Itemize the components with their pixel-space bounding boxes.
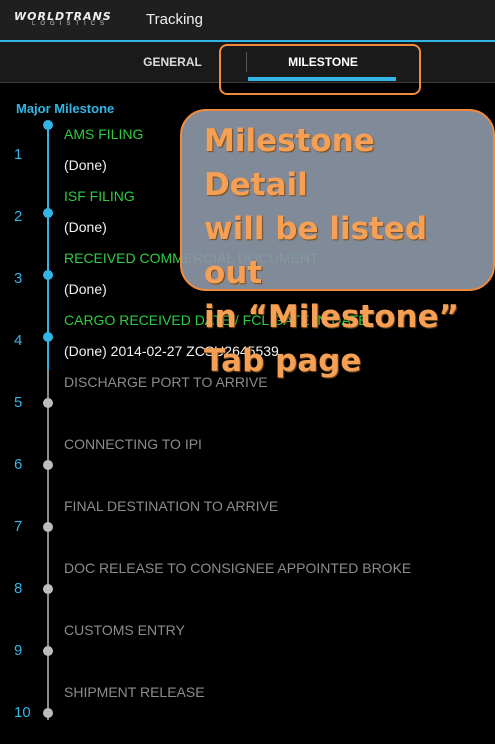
milestone-row[interactable]: DOC RELEASE TO CONSIGNEE APPOINTED BROKE… xyxy=(0,558,495,620)
callout-line: Tab page xyxy=(204,343,362,379)
milestone-number: 6 xyxy=(14,456,23,473)
milestone-dot xyxy=(43,208,53,218)
milestone-row[interactable]: SHIPMENT RELEASE 10 xyxy=(0,682,495,744)
action-bar: WORLDTRANS LOGISTICS Tracking xyxy=(0,0,495,42)
milestone-row[interactable]: CUSTOMS ENTRY 9 xyxy=(0,620,495,682)
tab-highlight-annotation xyxy=(219,44,421,95)
callout-line: will be listed out xyxy=(204,211,428,291)
milestone-row[interactable]: FINAL DESTINATION TO ARRIVE 7 xyxy=(0,496,495,558)
milestone-dot xyxy=(43,120,53,130)
logo-subtitle: LOGISTICS xyxy=(32,21,110,27)
callout-line: Milestone Detail xyxy=(204,123,375,203)
milestone-dot xyxy=(43,460,53,470)
milestone-title: FINAL DESTINATION TO ARRIVE xyxy=(64,498,279,514)
milestone-dot xyxy=(43,584,53,594)
milestone-number: 7 xyxy=(14,518,23,535)
milestone-title: DOC RELEASE TO CONSIGNEE APPOINTED BROKE xyxy=(64,560,412,576)
milestone-dot xyxy=(43,270,53,280)
milestone-dot xyxy=(43,646,53,656)
callout-line: in “Milestone” xyxy=(204,299,460,335)
milestone-number: 5 xyxy=(14,394,23,411)
milestone-row[interactable]: CONNECTING TO IPI 6 xyxy=(0,434,495,496)
milestone-number: 9 xyxy=(14,642,23,659)
milestone-number: 3 xyxy=(14,270,23,287)
section-title: Major Milestone xyxy=(16,101,115,116)
tab-general[interactable]: GENERAL xyxy=(110,42,235,82)
milestone-title: CUSTOMS ENTRY xyxy=(64,622,185,638)
milestone-status: (Done) xyxy=(64,219,107,235)
milestone-dot xyxy=(43,522,53,532)
annotation-callout: Milestone Detail will be listed out in “… xyxy=(180,109,495,379)
milestone-title: AMS FILING xyxy=(64,126,144,142)
milestone-title: SHIPMENT RELEASE xyxy=(64,684,205,700)
milestone-dot xyxy=(43,398,53,408)
milestone-number: 2 xyxy=(14,208,23,225)
milestone-title: CONNECTING TO IPI xyxy=(64,436,202,452)
milestone-number: 8 xyxy=(14,580,23,597)
milestone-status: (Done) xyxy=(64,157,107,173)
company-logo: WORLDTRANS LOGISTICS xyxy=(14,10,138,30)
milestone-number: 1 xyxy=(14,146,23,163)
milestone-dot xyxy=(43,708,53,718)
milestone-status: (Done) xyxy=(64,281,107,297)
milestone-title: ISF FILING xyxy=(64,188,135,204)
page-title: Tracking xyxy=(146,11,203,28)
milestone-dot xyxy=(43,332,53,342)
milestone-number: 4 xyxy=(14,332,23,349)
milestone-number: 10 xyxy=(14,704,31,721)
